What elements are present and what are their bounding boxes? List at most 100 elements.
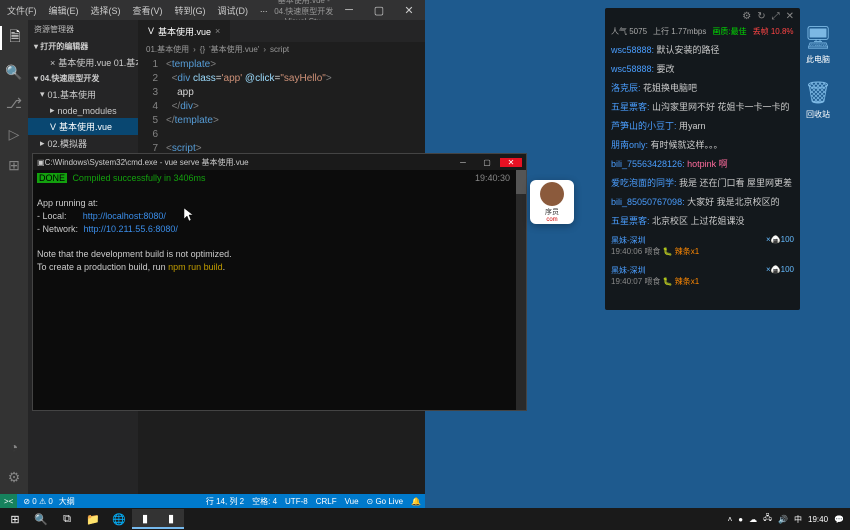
status-errors[interactable]: ⊘ 0 ⚠ 0: [23, 497, 52, 506]
taskbar: ⊞ 🔍 ⧉ 📁 🌐 ▮ ▮ ˄ ● ☁ 🖧 🔊 中 19:40 💬: [0, 508, 850, 530]
this-pc-icon[interactable]: 🖥 此电脑: [794, 24, 842, 65]
chat-messages[interactable]: wsc58888: 默认安装的路径 wsc58888: 要改 洛克辰: 花姐换电…: [605, 39, 800, 293]
explorer-icon[interactable]: 🗎: [0, 26, 28, 50]
extensions-icon[interactable]: ⊞: [8, 157, 20, 174]
terminal-title-bar[interactable]: ▣ C:\Windows\System32\cmd.exe - vue serv…: [33, 154, 526, 170]
status-encoding[interactable]: UTF-8: [285, 497, 308, 506]
remote-indicator[interactable]: ><: [0, 494, 17, 508]
popout-icon[interactable]: ⤢: [772, 11, 780, 22]
chat-message: 爱吃泡面的同学: 我是 还在门口看 屋里网更差: [611, 174, 794, 193]
menu-edit[interactable]: 编辑(E): [44, 2, 84, 19]
recycle-bin-icon[interactable]: 🗑 回收站: [794, 79, 842, 120]
account-icon[interactable]: ◔: [10, 439, 18, 455]
menu-file[interactable]: 文件(F): [2, 2, 42, 19]
source-control-icon[interactable]: ⎇: [6, 95, 22, 112]
tray-network-icon[interactable]: 🖧: [763, 512, 772, 526]
tray-cloud-icon[interactable]: ☁: [749, 515, 757, 524]
vscode-task-icon[interactable]: ▮: [132, 509, 158, 529]
tray-app-icon[interactable]: ●: [738, 515, 743, 524]
tray-clock[interactable]: 19:40: [808, 515, 828, 524]
chat-message: wsc58888: 要改: [611, 60, 794, 79]
tray-up-icon[interactable]: ˄: [728, 515, 733, 524]
status-line[interactable]: 行 14, 列 2: [206, 496, 244, 507]
menu-debug[interactable]: 调试(D): [213, 2, 254, 19]
task-view-icon[interactable]: ⧉: [54, 509, 80, 529]
desktop-icons: 🖥 此电脑 🗑 回收站: [794, 24, 842, 120]
chat-header: ⚙ ↻ ⤢ ✕: [605, 8, 800, 24]
refresh-icon[interactable]: ↻: [757, 11, 765, 22]
vscode-title-bar: 文件(F) 编辑(E) 选择(S) 查看(V) 转到(G) 调试(D) ... …: [0, 0, 425, 20]
chat-message: 五星票客: 北京校区 上过花姐课没: [611, 212, 794, 231]
gift-notification: 黑妹-深圳×🍙100 19:40:06 喂食 🐛 辣条x1: [611, 231, 794, 261]
search-icon[interactable]: 🔍: [5, 64, 22, 81]
terminal-close[interactable]: ✕: [500, 158, 522, 167]
minimize-button[interactable]: ─: [335, 4, 363, 17]
cmd-icon: ▣: [37, 158, 45, 167]
tray-ime-icon[interactable]: 中: [794, 514, 802, 525]
editor-tabs: V 基本使用.vue ×: [138, 20, 425, 42]
open-editor-item[interactable]: × 基本使用.vue 01.基本使用: [28, 54, 138, 71]
close-button[interactable]: ✕: [395, 4, 423, 17]
folder-01[interactable]: ▾ 01.基本使用: [28, 86, 138, 103]
settings-icon[interactable]: ⚙: [8, 469, 21, 486]
menu-view[interactable]: 查看(V): [128, 2, 168, 19]
terminal-window: ▣ C:\Windows\System32\cmd.exe - vue serv…: [32, 153, 527, 411]
folder-node-modules[interactable]: ▸ node_modules: [28, 103, 138, 118]
workspace-header[interactable]: ▾ 04.快速原型开发: [28, 71, 138, 86]
status-spaces[interactable]: 空格: 4: [252, 496, 277, 507]
activity-bar: 🗎 🔍 ⎇ ▷ ⊞ ◔ ⚙: [0, 20, 28, 494]
status-outline[interactable]: 大纲: [59, 496, 75, 507]
chat-message: 芦笋山的小豆丁: 用yarn: [611, 117, 794, 136]
file-vue-active[interactable]: V 基本使用.vue: [28, 118, 138, 135]
status-golive[interactable]: ⊙ Go Live: [367, 497, 404, 506]
window-controls: ─ ▢ ✕: [335, 4, 423, 17]
status-lang[interactable]: Vue: [345, 497, 359, 506]
notification-icon[interactable]: 💬: [834, 515, 844, 524]
tray-volume-icon[interactable]: 🔊: [778, 515, 788, 524]
breadcrumb[interactable]: 01.基本使用 › {} '基本使用.vue' › script: [138, 42, 425, 56]
folder-02[interactable]: ▸ 02.模拟器: [28, 135, 138, 152]
chat-message: 洛克辰: 花姐换电脑吧: [611, 79, 794, 98]
tab-close-icon[interactable]: ×: [215, 26, 220, 36]
terminal-title: C:\Windows\System32\cmd.exe - vue serve …: [45, 157, 452, 168]
sidebar-title: 资源管理器: [28, 20, 138, 39]
start-button[interactable]: ⊞: [2, 509, 28, 529]
avatar-icon: [540, 182, 564, 206]
cmd-task-icon[interactable]: ▮: [158, 509, 184, 529]
watermark-badge: 序员 com: [530, 180, 574, 224]
gift-notification: 黑妹-深圳×🍙100 19:40:07 喂食 🐛 辣条x1: [611, 261, 794, 291]
local-url-link[interactable]: http://localhost:8080/: [83, 211, 166, 221]
menu-bar: 文件(F) 编辑(E) 选择(S) 查看(V) 转到(G) 调试(D) ...: [2, 2, 273, 19]
explorer-task-icon[interactable]: 📁: [80, 509, 106, 529]
debug-icon[interactable]: ▷: [9, 126, 20, 143]
maximize-button[interactable]: ▢: [365, 4, 393, 17]
menu-select[interactable]: 选择(S): [86, 2, 126, 19]
terminal-output[interactable]: DONE Compiled successfully in 3406ms 19:…: [33, 170, 526, 410]
chat-message: 五星票客: 山沟家里网不好 花姐卡一卡一卡的: [611, 98, 794, 117]
terminal-maximize[interactable]: ▢: [476, 158, 498, 167]
chat-message: bili_75563428126: hotpink 啊: [611, 155, 794, 174]
terminal-minimize[interactable]: ─: [452, 158, 474, 167]
stream-stats: 人气 5075 上行 1.77mbps 画质:最佳 丢帧 10.8%: [605, 24, 800, 39]
status-bar: >< ⊘ 0 ⚠ 0 大纲 行 14, 列 2 空格: 4 UTF-8 CRLF…: [0, 494, 425, 508]
done-badge: DONE: [37, 173, 67, 183]
open-editors-header[interactable]: ▾ 打开的编辑器: [28, 39, 138, 54]
terminal-scrollbar[interactable]: [516, 170, 526, 410]
status-bell-icon[interactable]: 🔔: [411, 497, 421, 506]
chat-close-icon[interactable]: ✕: [786, 11, 794, 22]
edge-task-icon[interactable]: 🌐: [106, 509, 132, 529]
network-url-link[interactable]: http://10.211.55.6:8080/: [83, 224, 177, 234]
chat-message: wsc58888: 默认安装的路径: [611, 41, 794, 60]
task-search-icon[interactable]: 🔍: [28, 509, 54, 529]
stream-chat-panel: ⚙ ↻ ⤢ ✕ 人气 5075 上行 1.77mbps 画质:最佳 丢帧 10.…: [605, 8, 800, 310]
chat-message: bili_85050767098: 大家好 我是北京校区的: [611, 193, 794, 212]
status-eol[interactable]: CRLF: [316, 497, 337, 506]
system-tray: ˄ ● ☁ 🖧 🔊 中 19:40 💬: [728, 512, 848, 526]
scrollbar-thumb[interactable]: [516, 170, 526, 194]
menu-go[interactable]: 转到(G): [170, 2, 211, 19]
trash-icon: 🗑: [804, 79, 832, 107]
tab-active[interactable]: V 基本使用.vue ×: [138, 20, 231, 42]
menu-more[interactable]: ...: [255, 2, 273, 19]
chat-message: 朋南only: 有时候就这样。。。: [611, 136, 794, 155]
gear-icon[interactable]: ⚙: [742, 11, 751, 22]
